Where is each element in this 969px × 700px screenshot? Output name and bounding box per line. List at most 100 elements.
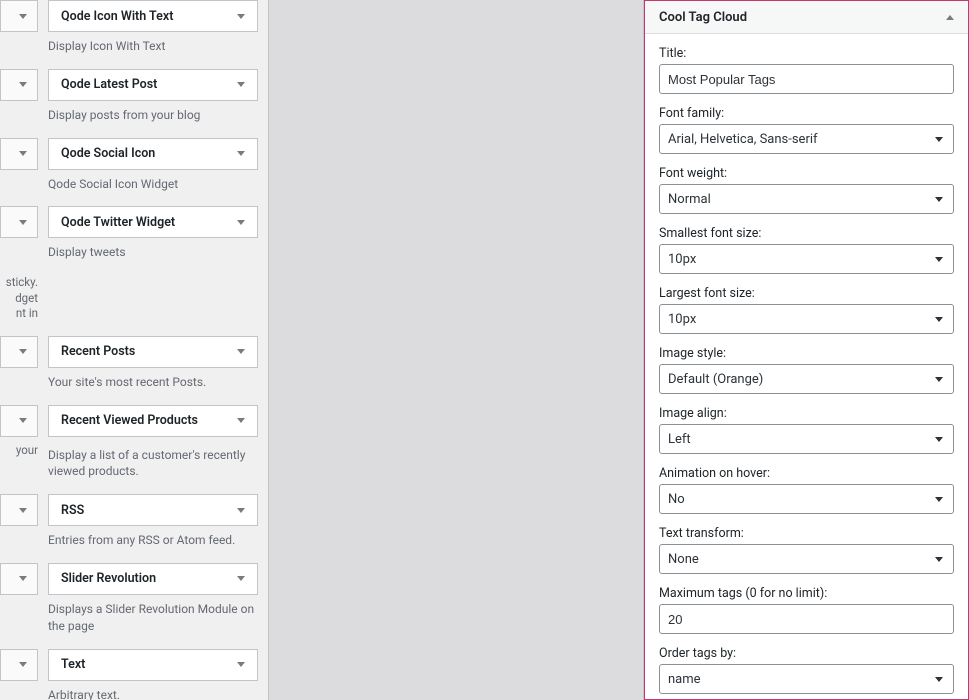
chevron-down-icon	[935, 197, 943, 202]
widget-recent-viewed-products[interactable]: Recent Viewed Products	[48, 405, 258, 437]
chevron-down-icon	[19, 508, 27, 513]
chevron-down-icon	[237, 418, 245, 423]
widget-title: Qode Icon With Text	[61, 9, 173, 24]
largest-font-label: Largest font size:	[659, 286, 954, 301]
widget-desc: Your site's most recent Posts.	[48, 374, 258, 391]
title-label: Title:	[659, 46, 954, 61]
widget-title: Qode Social Icon	[61, 146, 155, 161]
chevron-down-icon	[935, 557, 943, 562]
chevron-down-icon	[237, 349, 245, 354]
chevron-down-icon	[237, 576, 245, 581]
animation-label: Animation on hover:	[659, 466, 954, 481]
chevron-down-icon	[935, 497, 943, 502]
widget-qode-latest-post[interactable]: Qode Latest Post	[48, 69, 258, 101]
available-widgets-column: Qode Icon With Text Display Icon With Te…	[0, 0, 268, 700]
font-weight-select[interactable]: Normal	[659, 184, 954, 214]
select-value: Default (Orange)	[668, 372, 763, 387]
max-tags-label: Maximum tags (0 for no limit):	[659, 586, 954, 601]
widget-title: RSS	[61, 503, 84, 518]
widget-title: Recent Viewed Products	[61, 413, 198, 428]
text-transform-select[interactable]: None	[659, 544, 954, 574]
panel-header[interactable]: Cool Tag Cloud	[645, 1, 968, 34]
widget-chip[interactable]	[0, 138, 38, 170]
select-value: Arial, Helvetica, Sans-serif	[668, 132, 818, 147]
panel-title: Cool Tag Cloud	[659, 10, 747, 25]
widget-qode-social-icon[interactable]: Qode Social Icon	[48, 138, 258, 170]
font-family-label: Font family:	[659, 106, 954, 121]
widget-drop-area[interactable]	[268, 0, 644, 700]
truncated-text: your	[0, 443, 38, 495]
select-value: name	[668, 672, 701, 687]
chevron-down-icon	[19, 151, 27, 156]
chevron-down-icon	[19, 349, 27, 354]
widget-title: Recent Posts	[61, 344, 135, 359]
select-value: 10px	[668, 312, 696, 327]
chevron-down-icon	[935, 677, 943, 682]
widget-chip[interactable]	[0, 649, 38, 681]
widget-rss[interactable]: RSS	[48, 494, 258, 526]
widget-qode-twitter[interactable]: Qode Twitter Widget	[48, 206, 258, 238]
widget-desc: Arbitrary text.	[48, 687, 258, 700]
select-value: 10px	[668, 252, 696, 267]
max-tags-input[interactable]	[659, 604, 954, 634]
widget-desc: Qode Social Icon Widget	[48, 176, 258, 193]
chevron-down-icon	[19, 576, 27, 581]
widget-slider-revolution[interactable]: Slider Revolution	[48, 563, 258, 595]
widget-chip[interactable]	[0, 563, 38, 595]
animation-select[interactable]: No	[659, 484, 954, 514]
widget-chip[interactable]	[0, 0, 38, 32]
image-align-select[interactable]: Left	[659, 424, 954, 454]
chevron-down-icon	[935, 377, 943, 382]
chevron-up-icon	[946, 15, 954, 20]
smallest-font-select[interactable]: 10px	[659, 244, 954, 274]
widget-chip[interactable]	[0, 405, 38, 437]
widget-desc: Display a list of a customer's recently …	[48, 447, 258, 481]
panel-body: Title: Font family: Arial, Helvetica, Sa…	[645, 34, 968, 699]
select-value: None	[668, 552, 699, 567]
chevron-down-icon	[237, 82, 245, 87]
widget-text[interactable]: Text	[48, 649, 258, 681]
text-transform-label: Text transform:	[659, 526, 954, 541]
widget-title: Text	[61, 657, 85, 672]
widget-chip[interactable]	[0, 494, 38, 526]
chevron-down-icon	[237, 14, 245, 19]
chevron-down-icon	[237, 220, 245, 225]
smallest-font-label: Smallest font size:	[659, 226, 954, 241]
widget-editor-panel: Cool Tag Cloud Title: Font family: Arial…	[644, 0, 969, 700]
chevron-down-icon	[935, 257, 943, 262]
font-weight-label: Font weight:	[659, 166, 954, 181]
widget-chip[interactable]	[0, 69, 38, 101]
chevron-down-icon	[237, 662, 245, 667]
widget-chip[interactable]	[0, 336, 38, 368]
chevron-down-icon	[19, 82, 27, 87]
chevron-down-icon	[935, 317, 943, 322]
chevron-down-icon	[19, 662, 27, 667]
title-input[interactable]	[659, 64, 954, 94]
widget-desc: Display posts from your blog	[48, 107, 258, 124]
largest-font-select[interactable]: 10px	[659, 304, 954, 334]
select-value: No	[668, 492, 685, 507]
widget-desc: Display tweets	[48, 244, 258, 261]
widget-desc: Display Icon With Text	[48, 38, 258, 55]
image-style-label: Image style:	[659, 346, 954, 361]
image-style-select[interactable]: Default (Orange)	[659, 364, 954, 394]
widget-chip[interactable]	[0, 206, 38, 238]
widget-title: Qode Twitter Widget	[61, 215, 175, 230]
widget-desc: Entries from any RSS or Atom feed.	[48, 532, 258, 549]
widget-recent-posts[interactable]: Recent Posts	[48, 336, 258, 368]
chevron-down-icon	[237, 151, 245, 156]
chevron-down-icon	[935, 437, 943, 442]
widget-title: Qode Latest Post	[61, 77, 157, 92]
chevron-down-icon	[237, 508, 245, 513]
widget-desc: Displays a Slider Revolution Module on t…	[48, 601, 258, 635]
font-family-select[interactable]: Arial, Helvetica, Sans-serif	[659, 124, 954, 154]
widget-qode-icon-with-text[interactable]: Qode Icon With Text	[48, 0, 258, 32]
order-by-select[interactable]: name	[659, 664, 954, 694]
chevron-down-icon	[19, 418, 27, 423]
select-value: Left	[668, 432, 691, 447]
truncated-text: sticky. dget nt in	[0, 275, 38, 322]
chevron-down-icon	[19, 14, 27, 19]
order-by-label: Order tags by:	[659, 646, 954, 661]
widget-title: Slider Revolution	[61, 571, 156, 586]
chevron-down-icon	[19, 220, 27, 225]
